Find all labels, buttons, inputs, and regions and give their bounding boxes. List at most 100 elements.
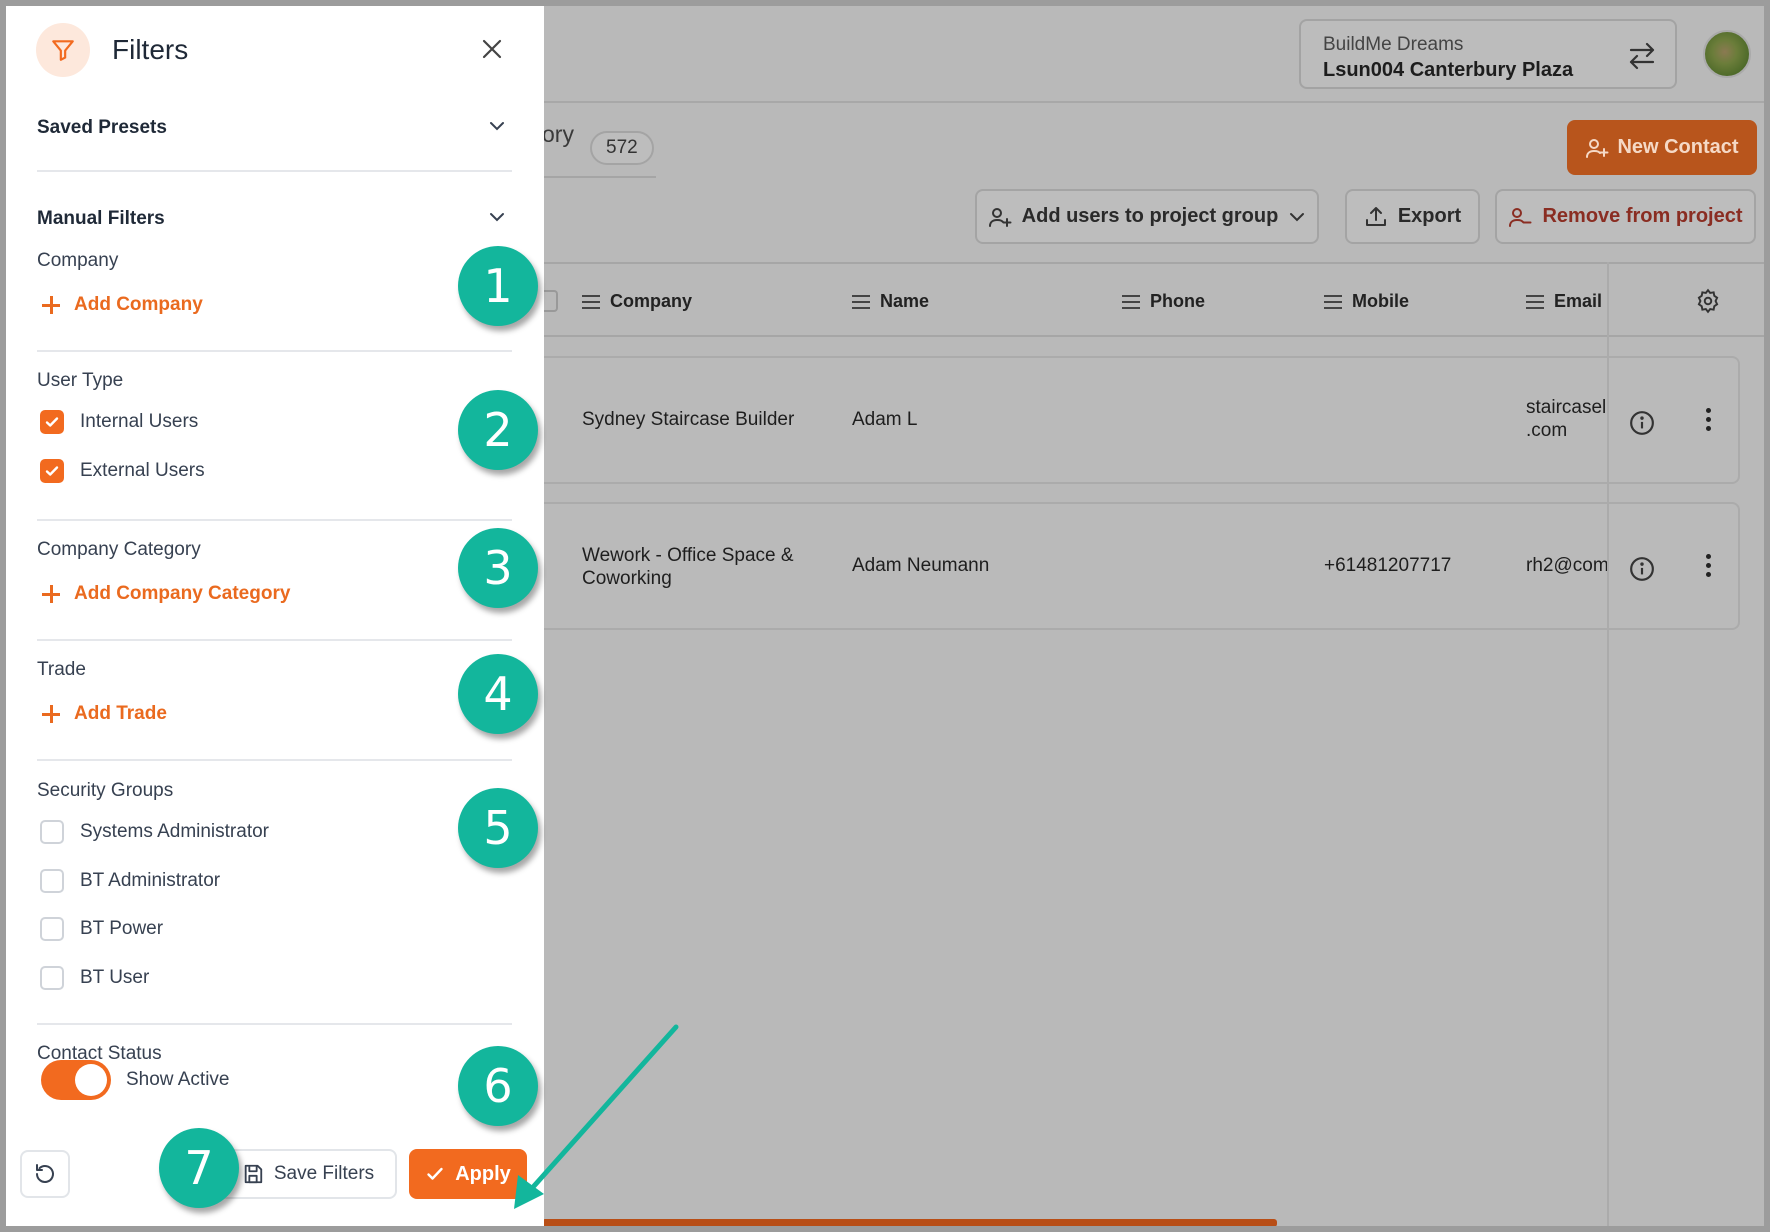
more-vertical-icon[interactable]	[1706, 408, 1711, 435]
tab-count-badge: 572	[590, 131, 654, 165]
save-icon	[244, 1164, 263, 1184]
remove-from-project-button[interactable]: Remove from project	[1495, 189, 1756, 244]
bt-administrator-checkbox[interactable]: BT Administrator	[40, 869, 220, 893]
column-menu-icon	[582, 294, 600, 309]
checkbox[interactable]	[40, 820, 64, 844]
cell-mobile: +61481207717	[1324, 555, 1452, 576]
column-label: Phone	[1150, 291, 1206, 311]
add-company-category-label: Add Company Category	[74, 583, 291, 604]
screenshot-frame: BuildMe Dreams Lsun004 Canterbury Plaza …	[6, 6, 1764, 1226]
checkbox-label: Internal Users	[80, 411, 199, 432]
project-name: Lsun004 Canterbury Plaza	[1323, 59, 1574, 81]
export-button[interactable]: Export	[1345, 189, 1480, 244]
callout-1: 1	[458, 246, 538, 326]
user-avatar[interactable]	[1703, 30, 1751, 78]
callout-6: 6	[458, 1046, 538, 1126]
add-user-icon	[1586, 138, 1609, 158]
upload-icon	[1365, 206, 1386, 226]
filters-title: Filters	[112, 34, 189, 65]
column-name[interactable]: Name	[852, 291, 929, 312]
section-divider	[37, 759, 512, 761]
column-mobile[interactable]: Mobile	[1324, 291, 1409, 312]
section-divider	[37, 1023, 512, 1025]
callout-4: 4	[458, 654, 538, 734]
save-filters-label: Save Filters	[273, 1163, 375, 1184]
show-active-toggle[interactable]	[41, 1060, 111, 1100]
horizontal-scrollbar[interactable]	[542, 1219, 1277, 1226]
pinned-column-divider	[1607, 262, 1609, 1226]
apply-button[interactable]: Apply	[409, 1149, 527, 1199]
plus-icon	[42, 585, 60, 603]
export-label: Export	[1397, 205, 1462, 227]
add-user-icon	[988, 207, 1012, 227]
info-icon[interactable]	[1629, 556, 1655, 587]
project-switcher[interactable]: BuildMe Dreams Lsun004 Canterbury Plaza	[1299, 19, 1677, 89]
saved-presets-header[interactable]: Saved Presets	[37, 117, 167, 139]
chevron-down-icon[interactable]	[487, 116, 507, 141]
save-filters-button[interactable]: Save Filters	[219, 1149, 397, 1199]
plus-icon	[42, 705, 60, 723]
org-name: BuildMe Dreams	[1323, 34, 1464, 55]
security-groups-label: Security Groups	[37, 780, 174, 801]
manual-filters-header[interactable]: Manual Filters	[37, 208, 165, 230]
filters-panel: Filters Saved Presets Manual Filters Com…	[6, 6, 544, 1226]
check-icon	[427, 1167, 443, 1180]
add-company-link[interactable]: Add Company	[42, 294, 203, 316]
checkbox[interactable]	[40, 966, 64, 990]
checkbox[interactable]	[40, 917, 64, 941]
column-company[interactable]: Company	[582, 291, 692, 312]
gear-icon[interactable]	[1695, 288, 1721, 319]
add-users-to-group-button[interactable]: Add users to project group	[975, 189, 1319, 244]
internal-users-checkbox[interactable]: Internal Users	[40, 410, 198, 434]
table-row[interactable]: Sydney Staircase Builder Adam L staircas…	[542, 356, 1740, 484]
chevron-down-icon	[1290, 212, 1305, 221]
checkbox-label: Systems Administrator	[80, 821, 269, 842]
tab-directory-label[interactable]: ory	[542, 121, 574, 148]
checkbox-label: BT Power	[80, 918, 164, 939]
checkbox-label: BT Administrator	[80, 870, 221, 891]
systems-administrator-checkbox[interactable]: Systems Administrator	[40, 820, 269, 844]
column-label: Mobile	[1352, 291, 1409, 311]
add-company-label: Add Company	[74, 294, 203, 315]
cell-email-cont: .com	[1526, 420, 1568, 441]
close-icon[interactable]	[481, 38, 503, 65]
bt-user-checkbox[interactable]: BT User	[40, 966, 149, 990]
add-trade-link[interactable]: Add Trade	[42, 703, 167, 725]
company-label: Company	[37, 250, 119, 271]
callout-7: 7	[159, 1128, 239, 1208]
checkbox-label: External Users	[80, 460, 205, 481]
chevron-down-icon[interactable]	[487, 207, 507, 232]
checkbox-checked[interactable]	[40, 410, 64, 434]
checkbox[interactable]	[40, 869, 64, 893]
column-menu-icon	[852, 294, 870, 309]
add-company-category-link[interactable]: Add Company Category	[42, 583, 290, 605]
info-icon[interactable]	[1629, 410, 1655, 441]
column-email[interactable]: Email	[1526, 291, 1602, 312]
cell-email: rh2@com	[1526, 555, 1609, 576]
external-users-checkbox[interactable]: External Users	[40, 459, 205, 483]
callout-2: 2	[458, 390, 538, 470]
section-divider	[37, 519, 512, 521]
callout-5: 5	[458, 788, 538, 868]
column-phone[interactable]: Phone	[1122, 291, 1205, 312]
reset-filters-button[interactable]	[20, 1150, 70, 1198]
tab-underline	[536, 176, 656, 178]
more-vertical-icon[interactable]	[1706, 554, 1711, 581]
swap-arrows-icon	[1627, 41, 1657, 76]
show-active-label: Show Active	[126, 1069, 230, 1090]
bt-power-checkbox[interactable]: BT Power	[40, 917, 163, 941]
new-contact-button[interactable]: New Contact	[1567, 120, 1757, 175]
checkbox-checked[interactable]	[40, 459, 64, 483]
select-all-checkbox[interactable]	[542, 290, 558, 312]
new-contact-label: New Contact	[1617, 136, 1739, 158]
company-category-label: Company Category	[37, 539, 201, 560]
callout-3: 3	[458, 528, 538, 608]
filter-icon	[36, 23, 90, 77]
check-icon	[45, 417, 59, 427]
cell-company: Sydney Staircase Builder	[582, 409, 795, 430]
section-divider	[37, 170, 512, 172]
column-menu-icon	[1526, 294, 1544, 309]
section-divider	[37, 350, 512, 352]
table-row[interactable]: Wework - Office Space & Coworking Adam N…	[542, 502, 1740, 630]
table-header: Company Name Phone Mobile Email	[542, 262, 1764, 337]
